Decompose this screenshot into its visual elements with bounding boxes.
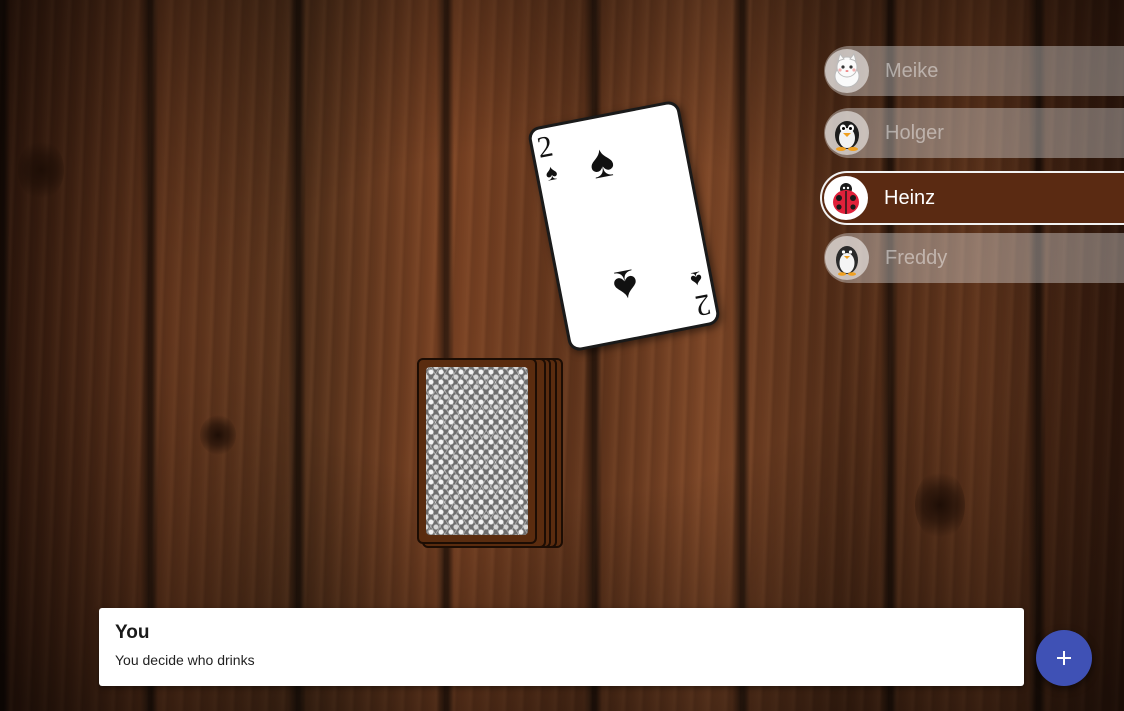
plus-icon: [1057, 651, 1071, 665]
player-name: Freddy: [885, 246, 948, 269]
spade-icon: ♠: [584, 133, 619, 189]
wood-knot: [915, 470, 965, 540]
player-name: Meike: [885, 59, 939, 82]
message-title: You: [115, 622, 150, 643]
player-meike[interactable]: Meike: [824, 46, 1124, 96]
deck-top-card[interactable]: [417, 358, 537, 544]
player-name: Holger: [885, 121, 944, 144]
card-back-pattern: [426, 367, 528, 535]
penguin-avatar-icon: [825, 236, 869, 280]
penguin-avatar-icon: [825, 111, 869, 155]
player-holger[interactable]: Holger: [824, 108, 1124, 158]
wood-knot: [18, 140, 64, 200]
played-card: 2 ♠ ♠ ♠ ♠ 2: [526, 99, 722, 353]
turn-message-panel: You You decide who drinks: [99, 608, 1024, 686]
cat-avatar-icon: [825, 49, 869, 93]
wood-knot: [200, 415, 236, 455]
ladybug-avatar-icon: [824, 176, 868, 220]
spade-icon: ♠: [608, 258, 643, 315]
card-deck[interactable]: [417, 358, 565, 548]
player-heinz[interactable]: Heinz: [820, 171, 1124, 225]
player-name: Heinz: [884, 186, 936, 209]
spade-icon: ♠: [543, 159, 560, 186]
card-rank-bottom: 2: [692, 287, 714, 323]
game-table: 2 ♠ ♠ ♠ ♠ 2 Meike Holger Heinz Freddy Yo…: [0, 0, 1124, 711]
message-text: You decide who drinks: [115, 652, 255, 668]
add-button[interactable]: [1036, 630, 1092, 686]
player-freddy[interactable]: Freddy: [824, 233, 1124, 283]
